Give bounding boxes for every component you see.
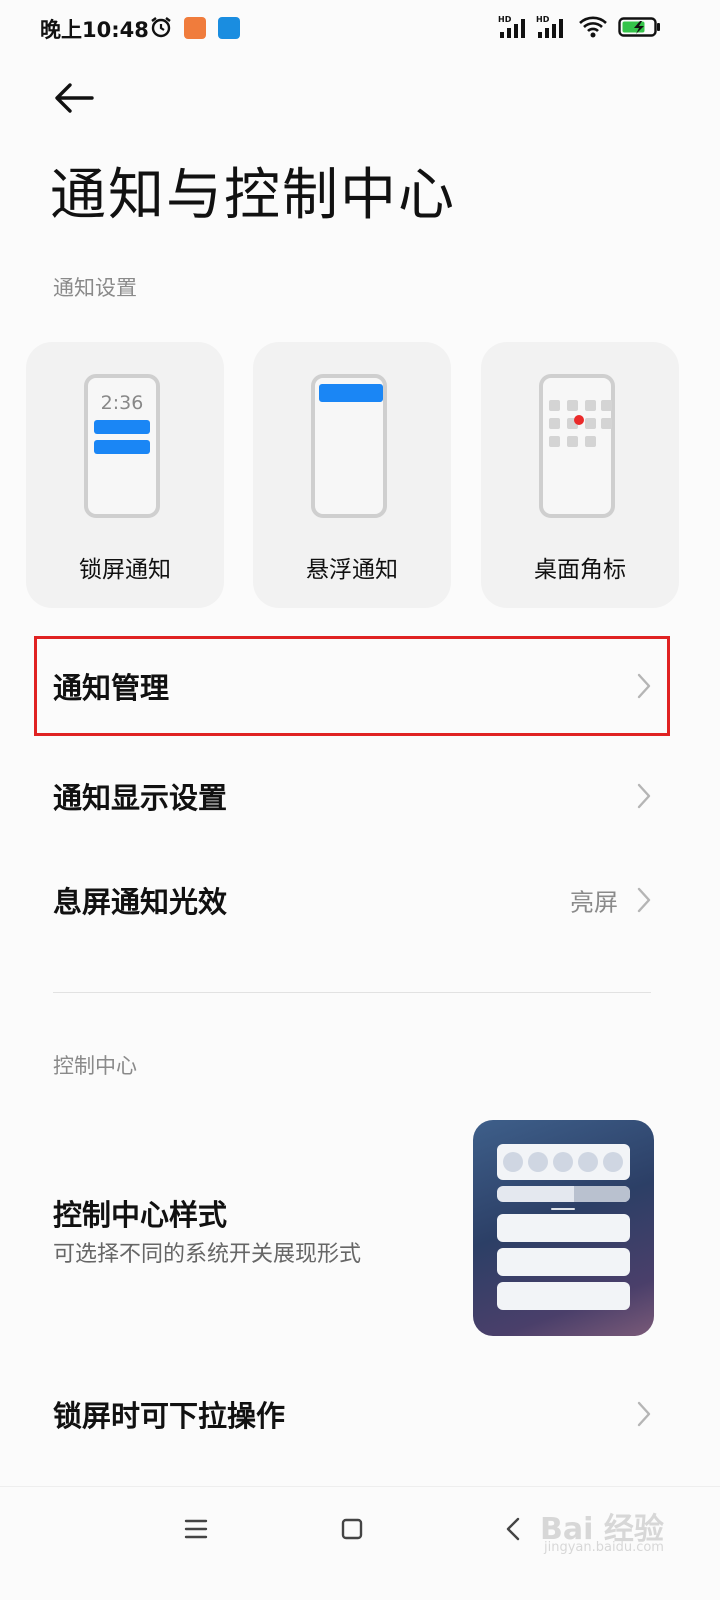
card-label: 悬浮通知 — [306, 557, 398, 583]
row-title: 通知管理 — [53, 671, 170, 705]
page-title: 通知与控制中心 — [50, 163, 456, 228]
section-label-notification: 通知设置 — [53, 276, 137, 300]
hd-label: HD — [536, 15, 550, 24]
row-title: 控制中心样式 — [53, 1198, 228, 1232]
watermark-subtext: jingyan.baidu.com — [544, 1540, 664, 1555]
preview-block — [497, 1214, 630, 1242]
app-grid-icon — [567, 400, 578, 411]
hd-label: HD — [498, 15, 512, 24]
phone-preview: 2:36 — [84, 374, 160, 518]
preview-toggle-icon — [603, 1152, 623, 1172]
phone-preview — [311, 374, 387, 518]
row-subtitle: 可选择不同的系统开关展现形式 — [53, 1242, 362, 1267]
back-nav-button[interactable] — [494, 1509, 534, 1549]
notification-app-icon — [184, 17, 206, 39]
floating-banner — [319, 384, 383, 402]
wifi-icon — [578, 14, 608, 40]
app-grid-icon — [601, 400, 612, 411]
card-lockscreen-notification[interactable]: 2:36 锁屏通知 — [26, 342, 224, 608]
section-label-control-center: 控制中心 — [53, 1054, 137, 1078]
badge-dot — [574, 415, 584, 425]
app-grid-icon — [585, 418, 596, 429]
back-arrow-icon — [55, 83, 94, 113]
battery-charging-icon — [618, 14, 662, 40]
back-nav-icon — [506, 1517, 520, 1541]
row-title: 通知显示设置 — [53, 781, 228, 815]
row-notification-display-settings[interactable]: 通知显示设置 — [34, 746, 670, 846]
status-time: 晚上10:48 — [40, 18, 149, 42]
app-grid-icon — [585, 400, 596, 411]
menu-icon — [184, 1519, 208, 1539]
row-screen-off-light-effect[interactable]: 息屏通知光效 亮屏 — [34, 850, 670, 950]
notification-bar — [94, 420, 150, 434]
preview-toggle-icon — [503, 1152, 523, 1172]
app-grid-icon — [549, 418, 560, 429]
control-center-preview[interactable] — [473, 1120, 654, 1336]
preview-toggle-icon — [528, 1152, 548, 1172]
preview-handle — [551, 1208, 575, 1210]
chevron-right-icon — [637, 887, 651, 913]
signal-icon: HD — [498, 14, 532, 40]
app-grid-icon — [601, 418, 612, 429]
app-grid-icon — [585, 436, 596, 447]
preview-toggle-icon — [553, 1152, 573, 1172]
preview-block — [497, 1248, 630, 1276]
row-title: 息屏通知光效 — [53, 885, 228, 919]
preview-clock: 2:36 — [100, 392, 144, 414]
menu-button[interactable] — [176, 1509, 216, 1549]
preview-block — [497, 1282, 630, 1310]
row-lockscreen-pulldown[interactable]: 锁屏时可下拉操作 — [34, 1364, 670, 1464]
app-grid-icon — [567, 436, 578, 447]
preview-slider — [497, 1186, 630, 1202]
notification-app-icon-2 — [218, 17, 240, 39]
row-notification-management[interactable]: 通知管理 — [34, 636, 670, 736]
back-button[interactable] — [52, 78, 100, 118]
card-desktop-badge[interactable]: 桌面角标 — [481, 342, 679, 608]
baidu-watermark: Bai 经验 jingyan.baidu.com — [540, 1496, 700, 1566]
notification-bar — [94, 440, 150, 454]
home-button[interactable] — [332, 1509, 372, 1549]
home-icon — [341, 1518, 363, 1540]
card-label: 桌面角标 — [534, 557, 626, 583]
chevron-right-icon — [637, 783, 651, 809]
card-floating-notification[interactable]: 悬浮通知 — [253, 342, 451, 608]
chevron-right-icon — [637, 1401, 651, 1427]
divider — [53, 992, 651, 993]
row-value: 亮屏 — [570, 888, 618, 917]
status-bar: 晚上10:48 HD HD — [0, 0, 720, 56]
preview-toggle-row — [497, 1144, 630, 1180]
preview-toggle-icon — [578, 1152, 598, 1172]
phone-preview — [539, 374, 615, 518]
card-label: 锁屏通知 — [79, 557, 171, 583]
alarm-icon — [148, 14, 174, 40]
app-grid-icon — [549, 436, 560, 447]
app-grid-icon — [549, 400, 560, 411]
chevron-right-icon — [637, 673, 651, 699]
row-title: 锁屏时可下拉操作 — [53, 1399, 286, 1433]
signal-icon: HD — [536, 14, 570, 40]
preview-slider-fill — [574, 1186, 630, 1202]
